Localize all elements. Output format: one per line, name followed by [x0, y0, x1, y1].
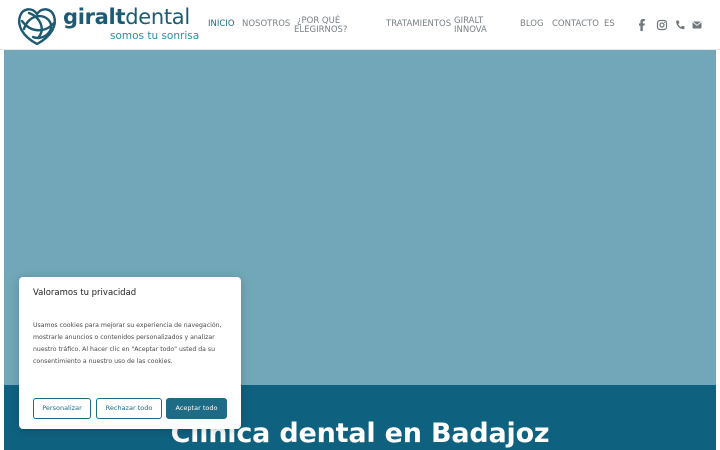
nav-item-inicio[interactable]: INICIO — [208, 19, 235, 30]
nav-item-blog[interactable]: BLOG — [520, 19, 544, 30]
nav-item-por-que-line2: ELEGIRNOS? — [294, 25, 348, 35]
logo-name-bold: giralt — [63, 5, 126, 29]
logo-wordmark: giraltdental — [63, 5, 190, 29]
site-header: giraltdental somos tu sonrisa INICIO NOS… — [0, 0, 720, 50]
logo-name-regular: dental — [125, 5, 190, 29]
facebook-icon[interactable] — [638, 18, 650, 32]
site-logo[interactable]: giraltdental somos tu sonrisa — [14, 3, 199, 47]
nav-item-contacto[interactable]: CONTACTO — [552, 19, 599, 30]
cookie-title: Valoramos tu privacidad — [33, 288, 137, 298]
cookie-description: Usamos cookies para mejorar su experienc… — [33, 322, 222, 365]
nav-item-nosotros[interactable]: NOSOTROS — [242, 19, 290, 30]
nav-item-tratamientos[interactable]: TRATAMIENTOS — [386, 19, 451, 30]
logo-mark-icon — [18, 8, 56, 46]
reject-all-button[interactable]: Rechazar todo — [96, 398, 162, 419]
nav-item-giralt-line2: INNOVA — [454, 25, 487, 35]
customize-button[interactable]: Personalizar — [33, 398, 91, 419]
cookie-consent-banner: Valoramos tu privacidad Usamos cookies p… — [19, 277, 241, 429]
nav-item-por-que-elegirnos[interactable]: ¿POR QUÉ ELEGIRNOS? — [294, 17, 348, 35]
nav-item-giralt-innova[interactable]: GIRALT INNOVA — [454, 17, 506, 35]
logo-tagline: somos tu sonrisa — [110, 30, 200, 42]
instagram-icon[interactable] — [656, 18, 668, 32]
accept-all-button[interactable]: Aceptar todo — [166, 398, 227, 419]
mail-icon[interactable] — [691, 18, 703, 32]
phone-icon[interactable] — [674, 18, 686, 32]
language-selector[interactable]: ES — [604, 19, 615, 30]
